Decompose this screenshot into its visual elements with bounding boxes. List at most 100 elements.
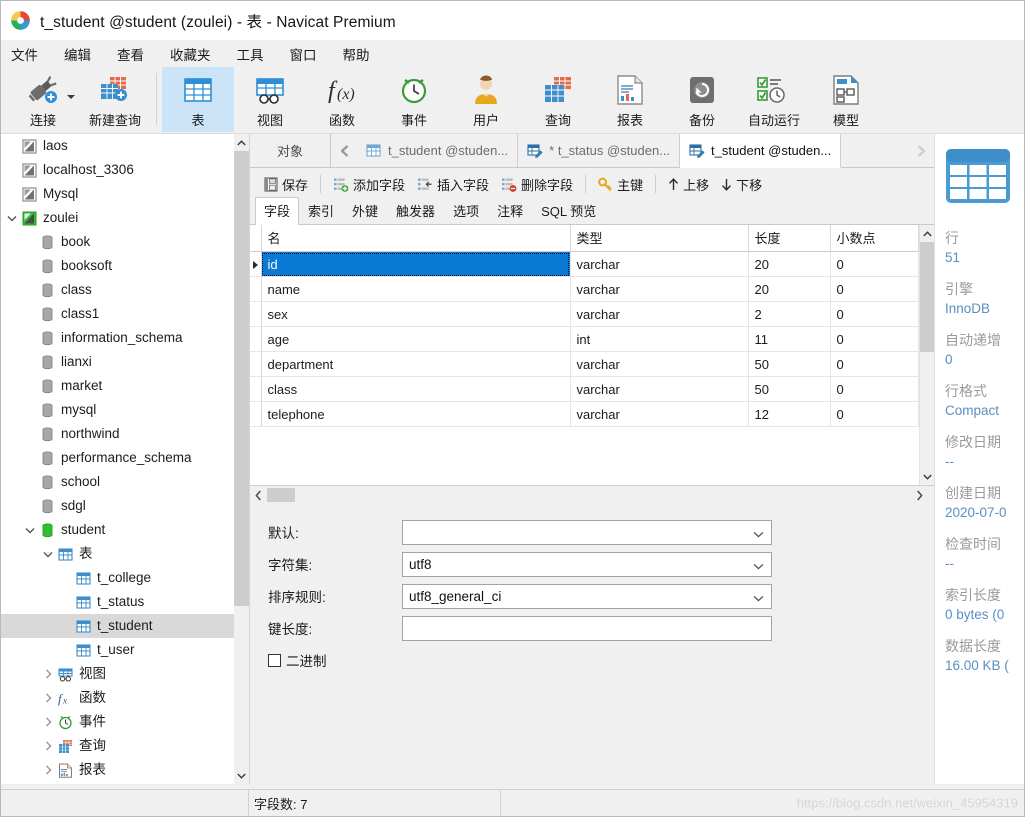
subtab-foreign-keys[interactable]: 外键 [343, 197, 387, 224]
default-value-combo[interactable] [402, 519, 772, 545]
column-header[interactable]: 名 [261, 225, 571, 252]
cell-decimals[interactable]: 0 [830, 251, 919, 277]
menu-edit[interactable]: 编辑 [64, 42, 105, 66]
cell-name[interactable]: id [261, 251, 571, 277]
doc-tab-t-student-data[interactable]: t_student @studen... [357, 134, 519, 167]
tree-node-class1[interactable]: class1 [1, 302, 234, 326]
tree-node-booksoft[interactable]: booksoft [1, 254, 234, 278]
subtab-comment[interactable]: 注释 [488, 197, 532, 224]
tree-node-t_student[interactable]: t_student [1, 614, 234, 638]
cell-type[interactable]: varchar [570, 301, 749, 327]
tree-node-[interactable]: 报表 [1, 758, 234, 782]
toolbar-dropdown-caret-icon[interactable] [67, 95, 75, 99]
cell-decimals[interactable]: 0 [830, 401, 919, 427]
menu-view[interactable]: 查看 [117, 42, 158, 66]
tree-node-performance_schema[interactable]: performance_schema [1, 446, 234, 470]
delete-field-button[interactable]: 删除字段 [495, 172, 579, 197]
tree-node-laos[interactable]: laos [1, 134, 234, 158]
grid-vertical-scrollbar[interactable] [919, 225, 934, 485]
grid-scroll-down-icon[interactable] [920, 468, 934, 485]
cell-length[interactable]: 50 [748, 376, 831, 402]
subtab-options[interactable]: 选项 [444, 197, 488, 224]
row-marker[interactable] [250, 301, 262, 327]
toolbar-model[interactable]: 模型 [810, 67, 882, 132]
row-marker[interactable] [250, 401, 262, 427]
tree-node-localhost_3306[interactable]: localhost_3306 [1, 158, 234, 182]
chevron-down-icon[interactable] [753, 558, 764, 573]
grid-hscroll-left-icon[interactable] [250, 490, 267, 501]
menu-favorites[interactable]: 收藏夹 [170, 42, 225, 66]
cell-length[interactable]: 2 [748, 301, 831, 327]
chevron-right-icon[interactable] [41, 669, 55, 679]
tree-node-book[interactable]: book [1, 230, 234, 254]
cell-decimals[interactable]: 0 [830, 326, 919, 352]
cell-name[interactable]: age [261, 326, 571, 352]
table-row[interactable]: age int 11 0 [250, 326, 919, 352]
table-row[interactable]: name varchar 20 0 [250, 276, 919, 302]
cell-decimals[interactable]: 0 [830, 276, 919, 302]
grid-hscroll-right-icon[interactable] [911, 490, 928, 501]
cell-type[interactable]: varchar [570, 401, 749, 427]
tree-node-t_status[interactable]: t_status [1, 590, 234, 614]
cell-decimals[interactable]: 0 [830, 351, 919, 377]
chevron-down-icon[interactable] [23, 527, 37, 534]
checkbox-box[interactable] [268, 653, 281, 667]
toolbar-function[interactable]: f (x) 函数 [306, 67, 378, 132]
move-up-button[interactable]: 上移 [662, 172, 715, 197]
subtab-fields[interactable]: 字段 [255, 197, 300, 225]
cell-length[interactable]: 11 [748, 326, 831, 352]
tree-node-lianxi[interactable]: lianxi [1, 350, 234, 374]
toolbar-new-query[interactable]: 新建查询 [79, 67, 151, 132]
menu-tools[interactable]: 工具 [237, 42, 278, 66]
chevron-down-icon[interactable] [753, 590, 764, 605]
tree-node-[interactable]: 视图 [1, 662, 234, 686]
fields-grid[interactable]: 名类型 长度 小数点 id varchar 20 0 name varchar 20 0 sex va… [250, 225, 934, 486]
tree-vertical-scrollbar[interactable] [234, 134, 249, 784]
primary-key-button[interactable]: 主键 [592, 172, 649, 197]
tree-node-[interactable]: 查询 [1, 734, 234, 758]
chevron-right-double-icon[interactable] [908, 134, 934, 167]
tree-node-[interactable]: f x 函数 [1, 686, 234, 710]
charset-combo[interactable]: utf8 [402, 551, 772, 577]
cell-type[interactable]: varchar [570, 276, 749, 302]
connection-tree[interactable]: laos localhost_3306 Mysql zoulei book booksof… [1, 134, 234, 784]
toolbar-query[interactable]: 查询 [522, 67, 594, 132]
tree-scroll-down-icon[interactable] [234, 767, 249, 784]
tree-node-mysql[interactable]: mysql [1, 398, 234, 422]
subtab-sql-preview[interactable]: SQL 预览 [532, 197, 605, 224]
cell-name[interactable]: telephone [261, 401, 571, 427]
tree-scroll-thumb[interactable] [234, 151, 249, 606]
add-field-button[interactable]: 添加字段 [327, 172, 411, 197]
cell-length[interactable]: 20 [748, 251, 831, 277]
tree-node-t_college[interactable]: t_college [1, 566, 234, 590]
subtab-indexes[interactable]: 索引 [299, 197, 343, 224]
menu-window[interactable]: 窗口 [290, 42, 331, 66]
row-marker[interactable] [250, 276, 262, 302]
toolbar-user[interactable]: 用户 [450, 67, 522, 132]
object-tab[interactable]: 对象 [250, 134, 331, 167]
tree-node-zoulei[interactable]: zoulei [1, 206, 234, 230]
chevron-down-icon[interactable] [753, 526, 764, 541]
tree-node-northwind[interactable]: northwind [1, 422, 234, 446]
tree-scroll-up-icon[interactable] [234, 134, 249, 151]
tree-node-Mysql[interactable]: Mysql [1, 182, 234, 206]
chevron-right-icon[interactable] [41, 741, 55, 751]
cell-name[interactable]: name [261, 276, 571, 302]
tree-node-class[interactable]: class [1, 278, 234, 302]
toolbar-report[interactable]: 报表 [594, 67, 666, 132]
chevron-down-icon[interactable] [5, 215, 19, 222]
cell-type[interactable]: varchar [570, 351, 749, 377]
toolbar-view[interactable]: 视图 [234, 67, 306, 132]
chevron-right-icon[interactable] [41, 693, 55, 703]
menu-file[interactable]: 文件 [11, 42, 52, 66]
cell-name[interactable]: class [261, 376, 571, 402]
row-marker[interactable] [250, 251, 262, 277]
tree-node-t_user[interactable]: t_user [1, 638, 234, 662]
move-down-button[interactable]: 下移 [715, 172, 768, 197]
table-row[interactable]: class varchar 50 0 [250, 376, 919, 402]
cell-decimals[interactable]: 0 [830, 301, 919, 327]
chevron-right-icon[interactable] [41, 765, 55, 775]
column-header[interactable]: 小数点 [830, 225, 919, 252]
binary-checkbox[interactable]: 二进制 [268, 646, 934, 674]
toolbar-automation[interactable]: 自动运行 [738, 67, 810, 132]
